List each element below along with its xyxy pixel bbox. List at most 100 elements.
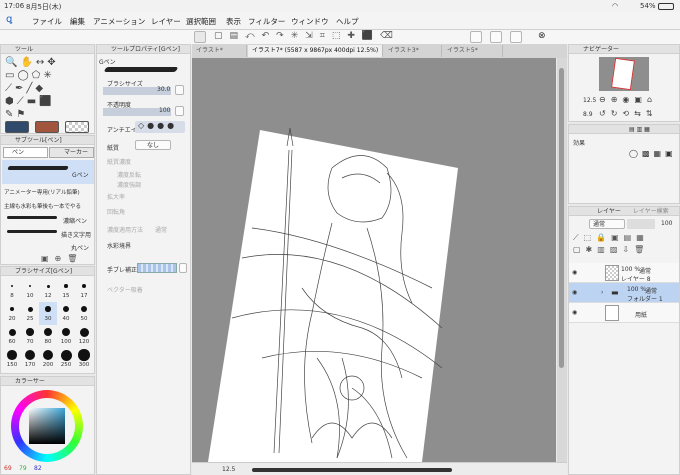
- apply-value[interactable]: 通常: [155, 225, 167, 234]
- command-icons[interactable]: ▢▤⤺↶↷✳⇲⌗⬚✚⬛⌫: [214, 31, 400, 41]
- blend-mode-select[interactable]: 通常: [589, 219, 625, 229]
- stabilize-stepper[interactable]: [179, 263, 187, 273]
- brushsize-item[interactable]: 80: [39, 325, 57, 348]
- layer-row-selected[interactable]: ◉ › ▬ 100 % 通常 フォルダー 1: [569, 283, 679, 303]
- zoom-value[interactable]: 12.5: [222, 466, 235, 473]
- main-color-swatch[interactable]: [5, 121, 29, 133]
- subtool-item-label: Gペン: [72, 172, 89, 179]
- menu-file[interactable]: ファイル: [32, 16, 62, 27]
- close-icon[interactable]: ⊗: [538, 31, 546, 41]
- app-logo-icon[interactable]: ꝗ: [6, 14, 12, 25]
- brushsize-item[interactable]: 100: [57, 325, 75, 348]
- brushsize-item[interactable]: 300: [75, 348, 93, 371]
- folder-expand-icon[interactable]: ›: [601, 289, 603, 296]
- tab-illust3[interactable]: イラスト3*: [384, 45, 442, 57]
- subtool-tab-marker[interactable]: マーカー: [49, 147, 94, 158]
- tab-illust[interactable]: イラスト*: [192, 45, 247, 57]
- eye-icon[interactable]: ◉: [572, 269, 577, 276]
- stabilize-slider[interactable]: [137, 263, 177, 273]
- tab-layer[interactable]: レイヤー: [597, 208, 621, 215]
- brushsize-item[interactable]: 25: [21, 302, 39, 325]
- tab-illust5[interactable]: イラスト5*: [443, 45, 503, 57]
- saturation-square[interactable]: [29, 408, 65, 444]
- brushsize-dot: [63, 306, 69, 312]
- eye-icon[interactable]: ◉: [572, 289, 577, 296]
- brushsize-label: 30: [44, 316, 52, 322]
- brushsize-item[interactable]: 20: [3, 302, 21, 325]
- brushsize-item[interactable]: 40: [57, 302, 75, 325]
- menu-layer[interactable]: レイヤー: [151, 16, 181, 27]
- brushsize-item[interactable]: 8: [3, 279, 21, 302]
- subtool-title: サブツール[ペン]: [1, 136, 94, 145]
- canvas-drawing[interactable]: [192, 58, 556, 462]
- tab-illust7[interactable]: イラスト7* (5587 x 9867px 400dpi 12.5%): [248, 45, 383, 57]
- brushsize-item[interactable]: 30: [39, 302, 57, 325]
- brushsize-item[interactable]: 10: [21, 279, 39, 302]
- layer-opacity-value: 100: [661, 220, 673, 227]
- effect-icons[interactable]: ◯▩▦▣: [629, 149, 677, 158]
- app-icon[interactable]: [194, 31, 206, 43]
- effect-tabs[interactable]: ▤ ▥ ▦: [569, 125, 679, 134]
- vertical-scrollbar[interactable]: [557, 58, 567, 462]
- navigator-rotate: 8.9: [583, 111, 593, 118]
- layer-row[interactable]: ◉ 用紙: [569, 303, 679, 323]
- layer-opacity-slider[interactable]: [627, 219, 655, 229]
- tool-icons[interactable]: 🔍✋↔✥ ▭◯⬠✳ ⟋✒╱◆ ⬢⟋▬⬛ ✎⚑: [5, 56, 59, 121]
- layer-tool-icons[interactable]: ⟋⬚🔒▣▤▦: [573, 233, 649, 243]
- tab-layer-search[interactable]: レイヤー検索: [633, 208, 669, 215]
- hue-ring[interactable]: [11, 390, 83, 462]
- subtool-item-label[interactable]: 描き文字用: [61, 230, 91, 239]
- menu-view[interactable]: 表示: [226, 16, 241, 27]
- tool-panel-title: ツール: [1, 45, 94, 54]
- sub-color-swatch[interactable]: [35, 121, 59, 133]
- menu-edit[interactable]: 編集: [70, 16, 85, 27]
- subtool-item-label[interactable]: 丸ペン: [71, 243, 89, 252]
- brushsize-item[interactable]: 50: [75, 302, 93, 325]
- menu-animation[interactable]: アニメーション: [93, 16, 145, 27]
- layer-action-icons[interactable]: ▢✱▥▨⇩🗑: [573, 245, 649, 254]
- navigator-zoom-controls[interactable]: ⊖⊕◉▣⌂: [599, 95, 657, 104]
- brushsize-item[interactable]: 150: [3, 348, 21, 371]
- brushsize-dot: [9, 306, 15, 312]
- brushsize-item[interactable]: 70: [21, 325, 39, 348]
- brushsize-item[interactable]: 250: [57, 348, 75, 371]
- brushsize-item[interactable]: 200: [39, 348, 57, 371]
- navigator-preview[interactable]: [599, 57, 649, 91]
- eye-icon[interactable]: ◉: [572, 309, 577, 316]
- brushsize-item[interactable]: 60: [3, 325, 21, 348]
- brushsize-item[interactable]: 170: [21, 348, 39, 371]
- subtool-item-selected[interactable]: Gペン: [2, 160, 94, 184]
- option-invert[interactable]: 濃度反転: [117, 170, 141, 179]
- subtool-item-label[interactable]: 濃縮ペン: [63, 216, 87, 225]
- pen-check2-icon[interactable]: [490, 31, 502, 43]
- brush-size-stepper[interactable]: [175, 85, 184, 95]
- option-emphasize[interactable]: 濃度強調: [117, 180, 141, 189]
- opacity-stepper[interactable]: [175, 106, 184, 116]
- subtool-tab-pen[interactable]: ペン: [3, 147, 48, 158]
- subtool-item-label[interactable]: 主線も水彩も筆後も一本でやる: [4, 202, 81, 210]
- color-b-value: 82: [34, 465, 42, 472]
- brushsize-item[interactable]: 120: [75, 325, 93, 348]
- subtool-panel: サブツール[ペン] ペン マーカー Gペン アニメーター専用(リアル鉛筆) 主線…: [0, 135, 95, 265]
- ruler-icon[interactable]: [510, 31, 522, 43]
- paper-select[interactable]: なし: [135, 140, 171, 150]
- navigator-rotate-controls[interactable]: ↺↻⟲⇆⇅: [599, 109, 658, 118]
- brushsize-item[interactable]: 15: [57, 279, 75, 302]
- menu-help[interactable]: ヘルプ: [336, 16, 359, 27]
- brushsize-item[interactable]: 12: [39, 279, 57, 302]
- brushsize-label: 8: [10, 293, 14, 299]
- brushsize-item[interactable]: 17: [75, 279, 93, 302]
- watercolor-label: 水彩境界: [107, 243, 132, 250]
- horizontal-scrollbar[interactable]: [252, 468, 452, 472]
- transparent-swatch[interactable]: [65, 121, 89, 133]
- pen-check-icon[interactable]: [470, 31, 482, 43]
- brushsize-label: 170: [24, 362, 36, 368]
- antialias-selector[interactable]: ◇●●●: [135, 121, 185, 133]
- subtool-item-label[interactable]: アニメーター専用(リアル鉛筆): [4, 188, 80, 196]
- menu-selection[interactable]: 選択範囲: [186, 16, 216, 27]
- subtool-footer-icons[interactable]: ▣⊕🗑: [41, 254, 83, 263]
- canvas-area[interactable]: [192, 58, 556, 462]
- menu-filter[interactable]: フィルター: [248, 16, 285, 27]
- layer-row[interactable]: ◉ 100 % 通常 レイヤー 8: [569, 263, 679, 283]
- menu-window[interactable]: ウィンドウ: [291, 16, 329, 27]
